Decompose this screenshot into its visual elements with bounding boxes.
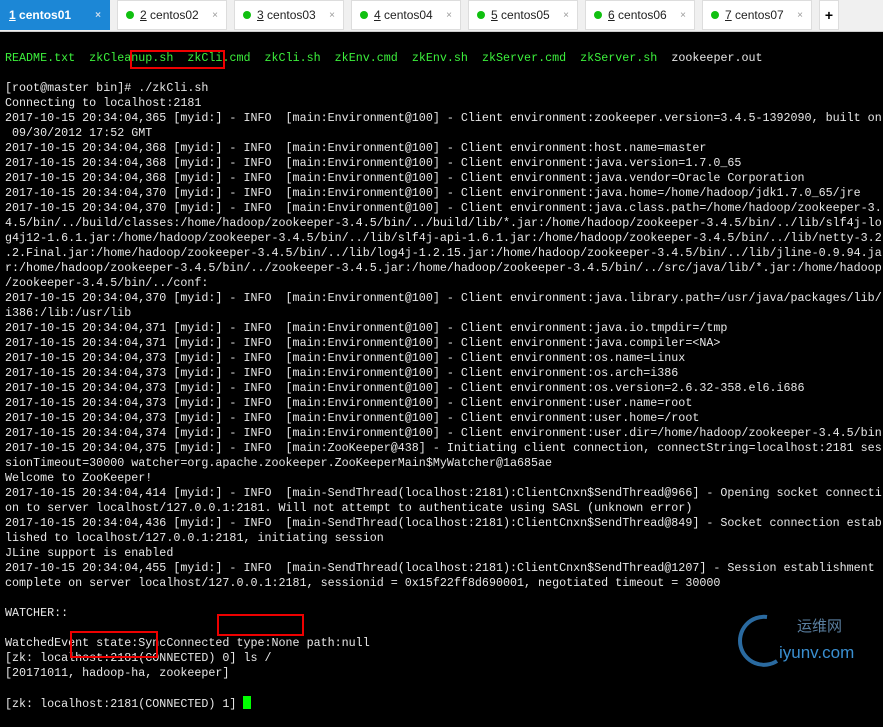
terminal-line: i386:/lib:/usr/lib [5, 306, 883, 321]
terminal-line: 2017-10-15 20:34:04,373 [myid:] - INFO [… [5, 351, 883, 366]
close-tab-icon[interactable]: × [797, 10, 803, 21]
file-name: zkEnv.cmd [335, 51, 398, 65]
terminal-line: 2017-10-15 20:34:04,414 [myid:] - INFO [… [5, 486, 883, 501]
prompt-text: [zk: localhost:2181(CONNECTED) 1] [5, 697, 243, 711]
highlight-ls-command [217, 614, 304, 636]
terminal-line: 2017-10-15 20:34:04,455 [myid:] - INFO [… [5, 561, 883, 576]
terminal-line: .2.Final.jar:/home/hadoop/zookeeper-3.4.… [5, 246, 883, 261]
terminal-line [5, 591, 883, 606]
tab-label: 7 centos07 [725, 8, 784, 22]
status-dot-icon [477, 11, 485, 19]
terminal-line: 2017-10-15 20:34:04,368 [myid:] - INFO [… [5, 171, 883, 186]
status-dot-icon [594, 11, 602, 19]
terminal-line: r:/home/hadoop/zookeeper-3.4.5/bin/../zo… [5, 261, 883, 276]
watermark-domain: iyunv.com [779, 643, 854, 663]
terminal-line: 2017-10-15 20:34:04,368 [myid:] - INFO [… [5, 141, 883, 156]
terminal-line: complete on server localhost/127.0.0.1:2… [5, 576, 883, 591]
tab-label: 1 centos01 [9, 8, 71, 22]
status-dot-icon [126, 11, 134, 19]
file-name: zkServer.sh [580, 51, 657, 65]
close-tab-icon[interactable]: × [563, 10, 569, 21]
terminal-line: 2017-10-15 20:34:04,370 [myid:] - INFO [… [5, 291, 883, 306]
terminal-line: g4j12-1.6.1.jar:/home/hadoop/zookeeper-3… [5, 231, 883, 246]
tab-centos06[interactable]: 6 centos06 × [585, 0, 695, 30]
file-name: zookeeper.out [671, 51, 762, 65]
terminal-line: Connecting to localhost:2181 [5, 96, 883, 111]
terminal-line: lished to localhost/127.0.0.1:2181, init… [5, 531, 883, 546]
tab-label: 4 centos04 [374, 8, 433, 22]
terminal-lines: [root@master bin]# ./zkCli.shConnecting … [5, 81, 883, 681]
tab-label: 2 centos02 [140, 8, 199, 22]
file-name: README.txt [5, 51, 75, 65]
watermark-cn: 运维网 [797, 615, 842, 636]
terminal-line: 2017-10-15 20:34:04,373 [myid:] - INFO [… [5, 411, 883, 426]
terminal-line: JLine support is enabled [5, 546, 883, 561]
terminal-line: 2017-10-15 20:34:04,371 [myid:] - INFO [… [5, 321, 883, 336]
close-tab-icon[interactable]: × [446, 10, 452, 21]
status-dot-icon [711, 11, 719, 19]
terminal-line: 2017-10-15 20:34:04,373 [myid:] - INFO [… [5, 381, 883, 396]
terminal-line: 2017-10-15 20:34:04,373 [myid:] - INFO [… [5, 396, 883, 411]
close-tab-icon[interactable]: × [212, 10, 218, 21]
tab-centos07[interactable]: 7 centos07 × [702, 0, 812, 30]
cursor [243, 696, 251, 709]
new-tab-button[interactable]: + [819, 0, 839, 30]
terminal-line: 2017-10-15 20:34:04,374 [myid:] - INFO [… [5, 426, 883, 441]
tab-bar: 1 centos01×2 centos02×3 centos03×4 cento… [0, 0, 883, 32]
highlight-zkcli-command [130, 50, 225, 69]
tab-centos03[interactable]: 3 centos03 × [234, 0, 344, 30]
file-name: zkCli.sh [265, 51, 321, 65]
close-tab-icon[interactable]: × [95, 10, 101, 21]
terminal-line: /zookeeper-3.4.5/bin/../conf: [5, 276, 883, 291]
terminal-line: 2017-10-15 20:34:04,371 [myid:] - INFO [… [5, 336, 883, 351]
file-name: zkEnv.sh [412, 51, 468, 65]
terminal-line: 2017-10-15 20:34:04,370 [myid:] - INFO [… [5, 201, 883, 216]
status-dot-icon [360, 11, 368, 19]
terminal-line: 09/30/2012 17:52 GMT [5, 126, 883, 141]
status-dot-icon [243, 11, 251, 19]
terminal-line: 2017-10-15 20:34:04,373 [myid:] - INFO [… [5, 366, 883, 381]
tab-centos04[interactable]: 4 centos04 × [351, 0, 461, 30]
tab-label: 6 centos06 [608, 8, 667, 22]
close-tab-icon[interactable]: × [329, 10, 335, 21]
highlight-hadoop-ha [70, 631, 158, 658]
terminal-line: [root@master bin]# ./zkCli.sh [5, 81, 883, 96]
tab-centos05[interactable]: 5 centos05 × [468, 0, 578, 30]
terminal-line: 2017-10-15 20:34:04,368 [myid:] - INFO [… [5, 156, 883, 171]
terminal-line: 4.5/bin/../build/classes:/home/hadoop/zo… [5, 216, 883, 231]
tab-centos01[interactable]: 1 centos01 × [0, 0, 110, 30]
close-tab-icon[interactable]: × [680, 10, 686, 21]
tab-centos02[interactable]: 2 centos02 × [117, 0, 227, 30]
terminal-line: 2017-10-15 20:34:04,365 [myid:] - INFO [… [5, 111, 883, 126]
terminal-line: Welcome to ZooKeeper! [5, 471, 883, 486]
current-prompt[interactable]: [zk: localhost:2181(CONNECTED) 1] [5, 696, 883, 712]
terminal-line: 2017-10-15 20:34:04,436 [myid:] - INFO [… [5, 516, 883, 531]
watermark-logo: 运维网 iyunv.com [737, 609, 877, 669]
file-name: zkServer.cmd [482, 51, 566, 65]
tab-label: 3 centos03 [257, 8, 316, 22]
tab-label: 5 centos05 [491, 8, 550, 22]
terminal-line: on to server localhost/127.0.0.1:2181. W… [5, 501, 883, 516]
terminal-line: sionTimeout=30000 watcher=org.apache.zoo… [5, 456, 883, 471]
terminal-line: 2017-10-15 20:34:04,370 [myid:] - INFO [… [5, 186, 883, 201]
terminal-line: 2017-10-15 20:34:04,375 [myid:] - INFO [… [5, 441, 883, 456]
